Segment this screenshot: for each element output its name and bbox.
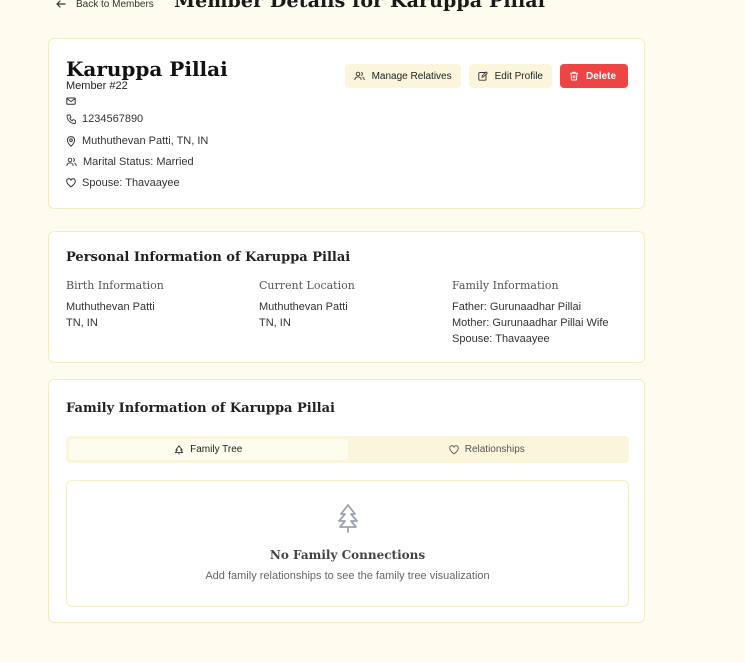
phone-line: 1234567890 xyxy=(66,113,143,125)
birth-info-heading: Birth Information xyxy=(66,279,164,292)
personal-info-title: Personal Information of Karuppa Pillai xyxy=(66,250,351,265)
tab-relationships[interactable]: Relationships xyxy=(348,439,627,460)
member-number: Member #22 xyxy=(66,80,128,92)
marital-status-value: Marital Status: Married xyxy=(83,156,194,168)
personal-info-card: Personal Information of Karuppa Pillai B… xyxy=(48,231,645,363)
tree-icon xyxy=(174,444,184,454)
heart-icon xyxy=(449,444,459,454)
edit-icon xyxy=(477,71,488,81)
family-info-column: Family Information Father: Gurunaadhar P… xyxy=(452,279,609,347)
birth-place: Muthuthevan Patti xyxy=(66,301,155,313)
delete-button[interactable]: Delete xyxy=(559,64,628,88)
current-location-heading: Current Location xyxy=(259,279,355,292)
tree-icon xyxy=(337,504,358,533)
mother-name: Mother: Gurunaadhar Pillai Wife xyxy=(452,317,609,329)
spouse-line: Spouse: Thavaayee xyxy=(66,177,180,189)
mail-icon xyxy=(66,97,76,105)
profile-card: Karuppa Pillai Member #22 1234567890 Mut… xyxy=(48,38,645,209)
phone-value: 1234567890 xyxy=(82,113,144,125)
profile-actions: Manage Relatives Edit Profile Delete xyxy=(344,64,628,88)
tab-family-tree[interactable]: Family Tree xyxy=(69,439,348,460)
empty-state-description: Add family relationships to see the fami… xyxy=(205,570,490,582)
manage-relatives-label: Manage Relatives xyxy=(371,70,452,82)
spouse-name: Spouse: Thavaayee xyxy=(452,333,550,345)
arrow-left-icon xyxy=(56,0,66,8)
heart-icon xyxy=(66,178,76,188)
users-icon xyxy=(66,157,77,167)
spouse-value: Spouse: Thavaayee xyxy=(82,177,180,189)
phone-icon xyxy=(66,114,76,124)
back-link-label: Back to Members xyxy=(76,0,154,10)
email-line xyxy=(66,96,82,106)
tab-relationships-label: Relationships xyxy=(464,444,525,455)
family-tabs: Family Tree Relationships xyxy=(66,436,629,463)
delete-label: Delete xyxy=(585,70,616,82)
family-info-heading: Family Information xyxy=(452,279,559,292)
tab-family-tree-label: Family Tree xyxy=(190,444,243,455)
manage-relatives-button[interactable]: Manage Relatives xyxy=(344,64,461,88)
edit-profile-button[interactable]: Edit Profile xyxy=(468,64,552,88)
family-info-card: Family Information of Karuppa Pillai Fam… xyxy=(48,379,645,623)
marital-status-line: Marital Status: Married xyxy=(66,156,194,168)
current-region: TN, IN xyxy=(259,317,291,329)
map-pin-icon xyxy=(66,135,76,147)
users-icon xyxy=(353,71,365,81)
current-location-column: Current Location Muthuthevan Patti TN, I… xyxy=(259,279,355,331)
birth-region: TN, IN xyxy=(66,317,98,329)
edit-profile-label: Edit Profile xyxy=(494,70,543,82)
page-title: Member Details for Karuppa Pillai xyxy=(174,0,546,12)
top-bar: Back to Members xyxy=(56,0,154,16)
empty-state-title: No Family Connections xyxy=(269,548,426,562)
back-to-members-link[interactable]: Back to Members xyxy=(56,0,154,10)
father-name: Father: Gurunaadhar Pillai xyxy=(452,301,582,313)
family-tree-empty-state: No Family Connections Add family relatio… xyxy=(66,480,629,607)
birth-info-column: Birth Information Muthuthevan Patti TN, … xyxy=(66,279,164,331)
family-info-title: Family Information of Karuppa Pillai xyxy=(66,401,335,416)
current-place: Muthuthevan Patti xyxy=(259,301,348,313)
location-value: Muthuthevan Patti, TN, IN xyxy=(82,135,209,147)
member-name: Karuppa Pillai xyxy=(66,57,228,81)
location-line: Muthuthevan Patti, TN, IN xyxy=(66,135,208,147)
trash-icon xyxy=(569,71,578,81)
